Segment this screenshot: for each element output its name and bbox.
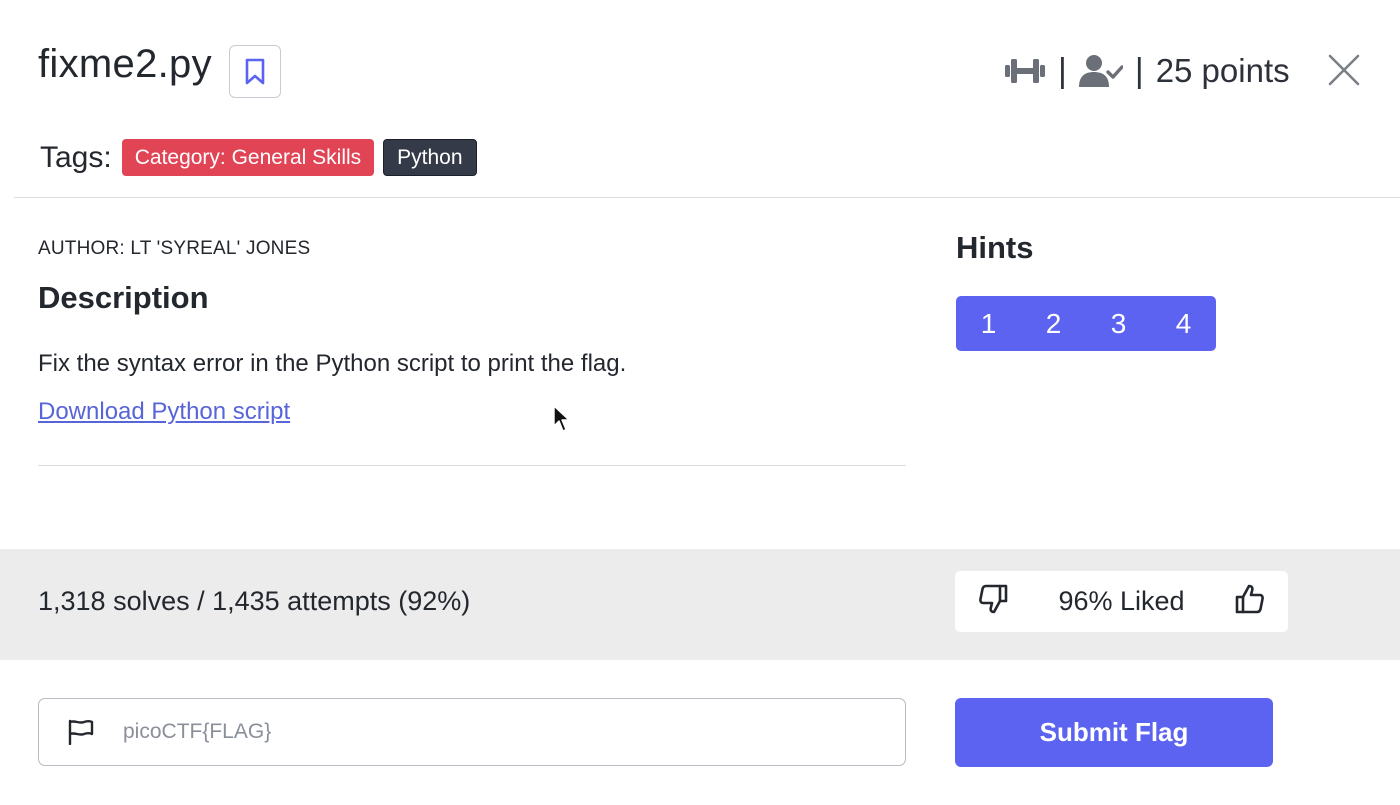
challenge-meta: | | 25 points: [1004, 50, 1290, 92]
liked-percentage: 96% Liked: [1058, 586, 1185, 616]
user-check-icon: [1078, 55, 1123, 87]
header-divider: [14, 197, 1400, 198]
solves-stats: 1,318 solves / 1,435 attempts (92%): [38, 586, 471, 616]
thumbs-up-icon: [1235, 584, 1264, 614]
tag-python[interactable]: Python: [383, 139, 477, 176]
like-button[interactable]: [1234, 583, 1266, 620]
hints-heading: Hints: [956, 230, 1034, 265]
flag-input[interactable]: [123, 720, 905, 744]
download-script-link[interactable]: Download Python script: [38, 398, 290, 426]
tags-row: Tags: Category: General Skills Python: [40, 139, 486, 176]
hints-button-group: 1 2 3 4: [956, 296, 1216, 351]
hint-button-1[interactable]: 1: [956, 296, 1021, 351]
content-divider: [38, 465, 906, 466]
flag-icon: [39, 719, 123, 745]
description-heading: Description: [38, 280, 209, 315]
tags-label: Tags:: [40, 140, 112, 174]
challenge-header: fixme2.py | | 25 points Tags: Category: …: [0, 0, 1400, 198]
tag-category[interactable]: Category: General Skills: [121, 139, 375, 176]
dumbbell-icon: [1005, 59, 1045, 83]
bookmark-icon: [245, 58, 265, 84]
close-icon: [1328, 54, 1360, 86]
hint-button-4[interactable]: 4: [1151, 296, 1216, 351]
like-widget: 96% Liked: [955, 571, 1288, 632]
meta-separator: |: [1134, 51, 1144, 90]
description-text: Fix the syntax error in the Python scrip…: [38, 350, 627, 377]
mouse-cursor-icon: [553, 405, 570, 432]
close-button[interactable]: [1326, 52, 1362, 88]
dislike-button[interactable]: [977, 583, 1009, 620]
bookmark-button[interactable]: [229, 45, 281, 98]
flag-input-container: [38, 698, 906, 766]
author-label: AUTHOR: LT 'SYREAL' JONES: [38, 238, 311, 259]
meta-separator: |: [1058, 51, 1067, 90]
points-label: 25 points: [1155, 52, 1290, 89]
challenge-title: fixme2.py: [38, 42, 212, 86]
hint-button-3[interactable]: 3: [1086, 296, 1151, 351]
thumbs-down-icon: [979, 584, 1008, 614]
hint-button-2[interactable]: 2: [1021, 296, 1086, 351]
submit-flag-button[interactable]: Submit Flag: [955, 698, 1273, 767]
